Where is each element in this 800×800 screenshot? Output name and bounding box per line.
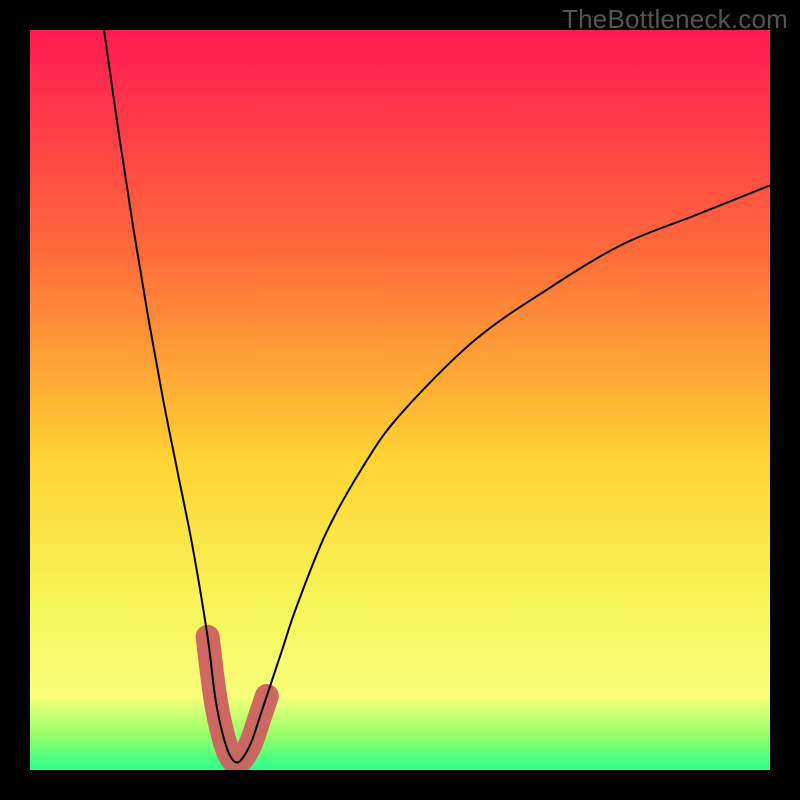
plot-area [30, 30, 770, 770]
gradient-background [30, 30, 770, 770]
chart-frame: TheBottleneck.com [0, 0, 800, 800]
bottleneck-chart [30, 30, 770, 770]
